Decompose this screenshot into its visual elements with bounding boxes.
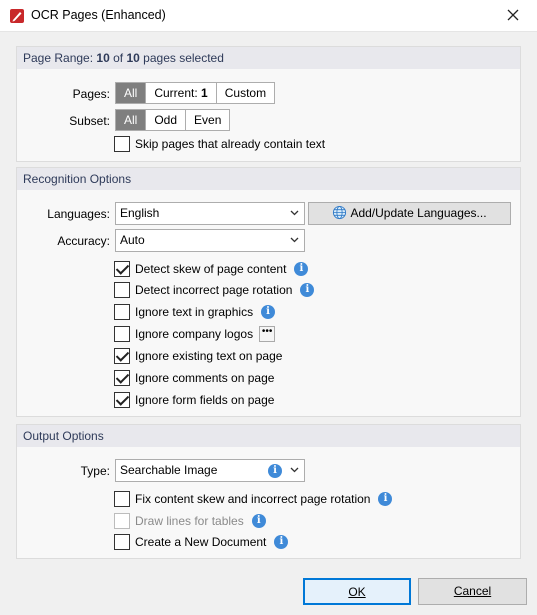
create-new-document-row[interactable]: Create a New Document i [114, 533, 289, 551]
pages-segmented-control: All Current: 1 Custom [115, 82, 276, 104]
subset-all-option[interactable]: All [116, 110, 147, 130]
app-logo-icon [10, 9, 24, 23]
output-header: Output Options [17, 425, 520, 447]
create-new-document-checkbox[interactable] [114, 534, 130, 550]
title-bar: OCR Pages (Enhanced) [0, 0, 537, 32]
ignore-comments-row[interactable]: Ignore comments on page [114, 369, 274, 387]
ignore-existing-text-row[interactable]: Ignore existing text on page [114, 347, 282, 365]
page-range-header: Page Range: 10 of 10 pages selected [17, 47, 520, 69]
accuracy-dropdown[interactable]: Auto [115, 229, 305, 252]
recognition-header: Recognition Options [17, 168, 520, 190]
accuracy-label: Accuracy: [57, 234, 110, 248]
pages-label: Pages: [72, 87, 110, 101]
ignore-form-fields-row[interactable]: Ignore form fields on page [114, 391, 274, 409]
close-icon [507, 9, 519, 21]
skip-pages-checkbox[interactable] [114, 136, 130, 152]
skip-pages-label: Skip pages that already contain text [135, 137, 326, 151]
detect-skew-row[interactable]: Detect skew of page content i [114, 260, 309, 278]
subset-label: Subset: [69, 114, 110, 128]
info-icon[interactable]: i [300, 283, 315, 297]
chevron-down-icon [290, 210, 299, 216]
subset-odd-option[interactable]: Odd [146, 110, 187, 130]
pages-current-option[interactable]: Current: 1 [146, 83, 217, 103]
detect-rotation-checkbox[interactable] [114, 282, 130, 298]
skip-pages-row[interactable]: Skip pages that already contain text [114, 135, 325, 153]
detect-rotation-row[interactable]: Detect incorrect page rotation i [114, 281, 315, 299]
type-label: Type: [80, 464, 110, 478]
info-icon[interactable]: i [294, 262, 309, 276]
draw-lines-row: Draw lines for tables i [114, 512, 266, 530]
close-button[interactable] [491, 0, 537, 31]
ok-button[interactable]: OK [303, 578, 411, 605]
draw-lines-checkbox [114, 513, 130, 529]
chevron-down-icon [290, 467, 299, 473]
cancel-button[interactable]: Cancel [418, 578, 527, 605]
chevron-down-icon [290, 237, 299, 243]
subset-segmented-control: All Odd Even [115, 109, 231, 131]
window-title: OCR Pages (Enhanced) [31, 8, 166, 22]
fix-skew-checkbox[interactable] [114, 491, 130, 507]
languages-dropdown[interactable]: English [115, 202, 305, 225]
ignore-form-fields-checkbox[interactable] [114, 392, 130, 408]
globe-icon [333, 205, 347, 220]
ignore-graphics-text-row[interactable]: Ignore text in graphics i [114, 303, 276, 321]
info-icon[interactable]: i [261, 305, 276, 319]
info-icon[interactable]: i [274, 535, 289, 549]
ignore-graphics-text-checkbox[interactable] [114, 304, 130, 320]
ignore-logos-checkbox[interactable] [114, 326, 130, 342]
info-icon[interactable]: i [268, 464, 282, 478]
info-icon[interactable]: i [378, 492, 393, 506]
more-dots-icon[interactable]: ••• [259, 326, 276, 342]
info-icon[interactable]: i [251, 514, 266, 528]
pages-all-option[interactable]: All [116, 83, 147, 103]
dialog-footer: OK Cancel [0, 567, 537, 615]
dialog-body: Page Range: 10 of 10 pages selected Page… [5, 33, 532, 566]
pages-custom-option[interactable]: Custom [217, 83, 274, 103]
detect-skew-checkbox[interactable] [114, 261, 130, 277]
fix-skew-row[interactable]: Fix content skew and incorrect page rota… [114, 490, 393, 508]
ignore-existing-text-checkbox[interactable] [114, 348, 130, 364]
output-type-dropdown[interactable]: Searchable Image i [115, 459, 305, 482]
ignore-logos-row[interactable]: Ignore company logos ••• [114, 325, 276, 343]
ignore-comments-checkbox[interactable] [114, 370, 130, 386]
subset-even-option[interactable]: Even [186, 110, 229, 130]
add-update-languages-button[interactable]: Add/Update Languages... [308, 202, 511, 225]
languages-label: Languages: [47, 207, 110, 221]
